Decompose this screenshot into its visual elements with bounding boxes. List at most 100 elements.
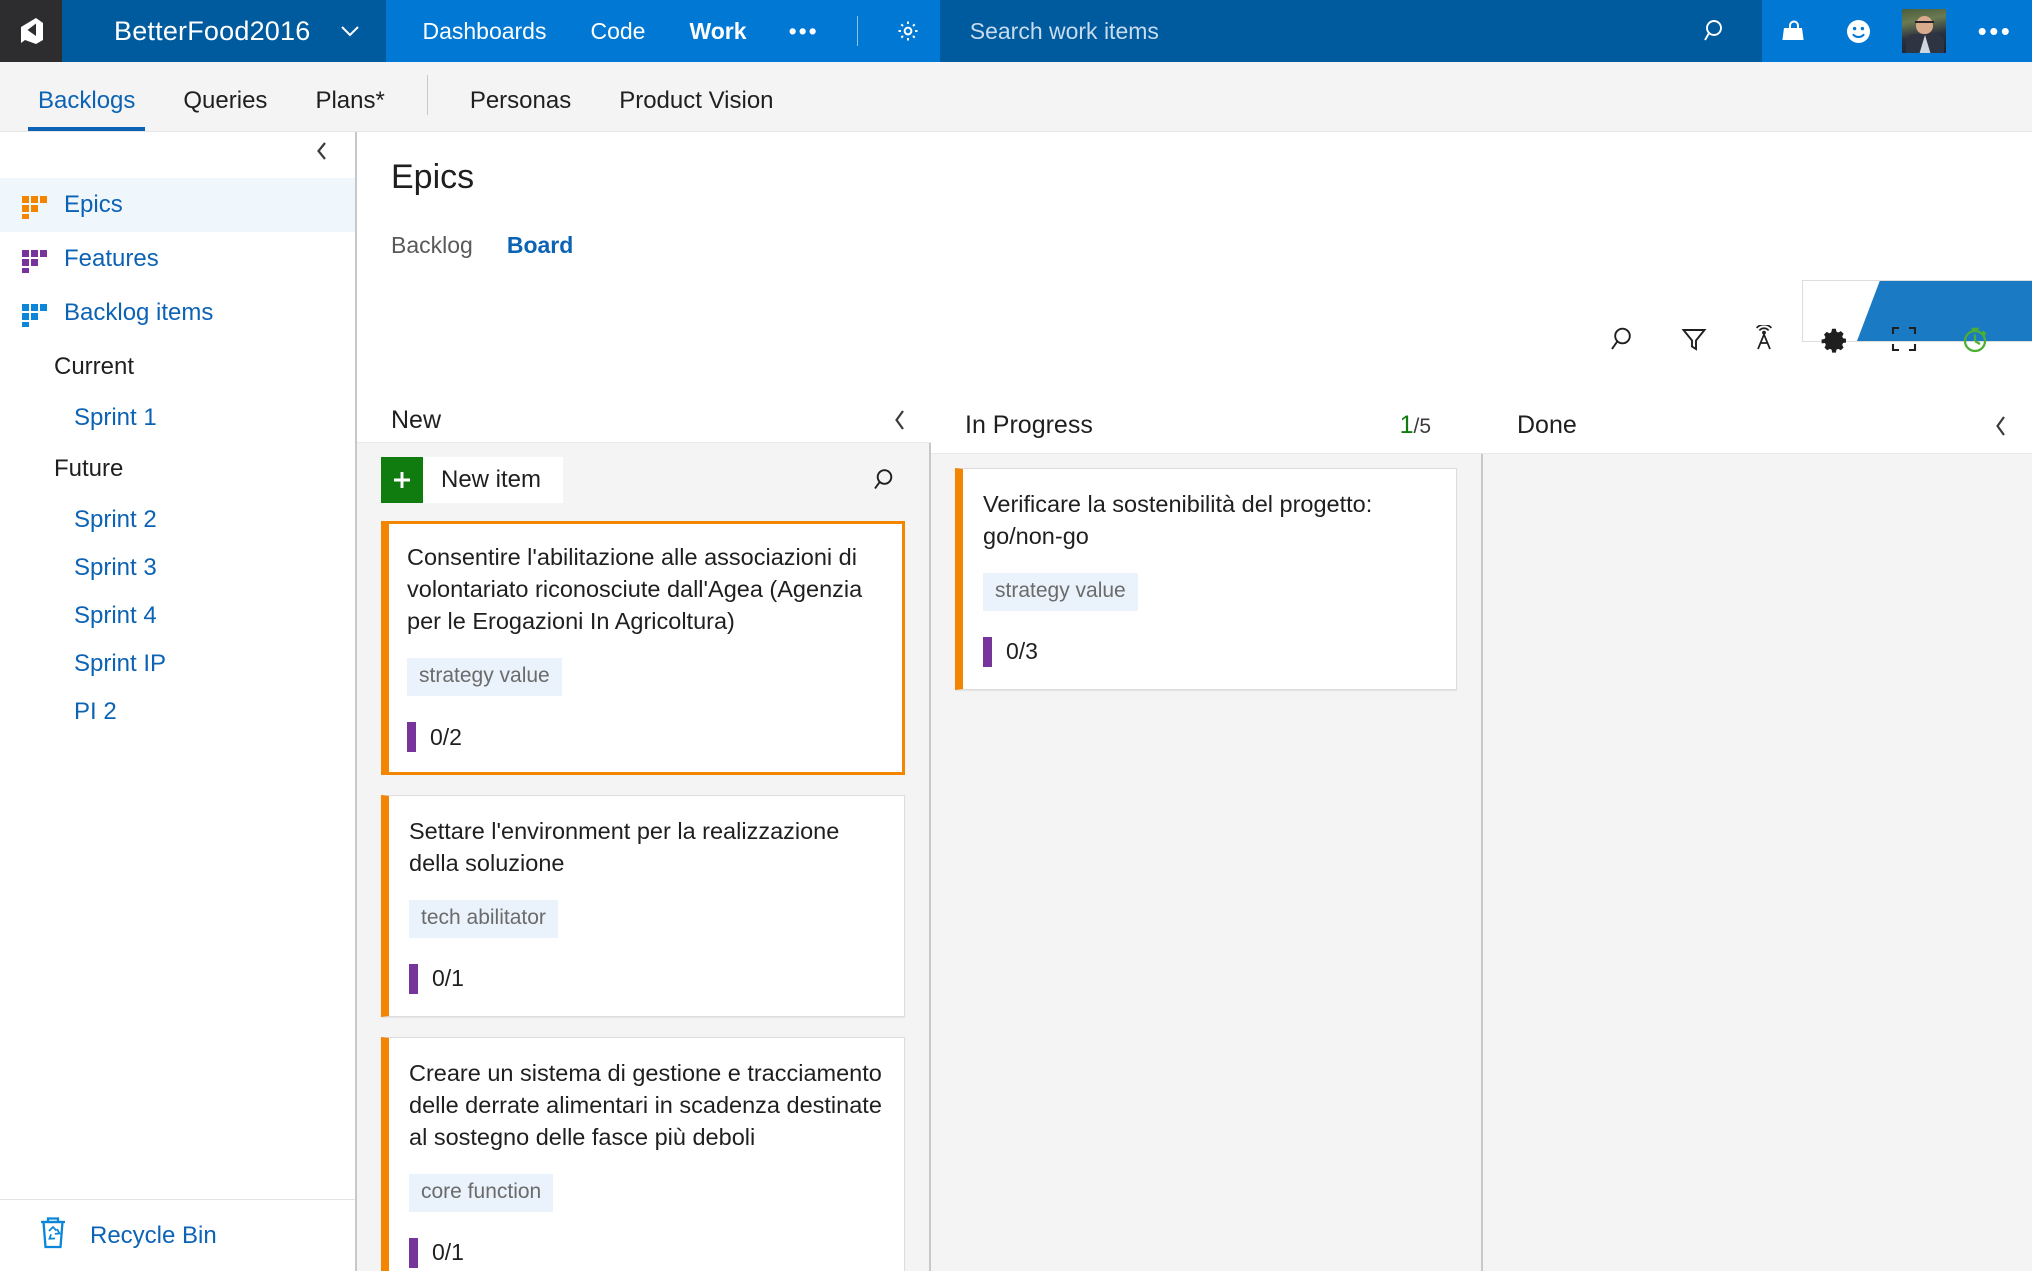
board-card[interactable]: Settare l'environment per la realizzazio… [381,795,905,1017]
smiley-feedback-icon[interactable] [1826,0,1890,62]
subnav-divider [426,75,428,115]
header-right-icons: ••• [1762,0,2032,62]
wip-current: 1 [1399,411,1414,439]
recycle-bin-label: Recycle Bin [90,1221,217,1249]
board-toolbar [1610,324,1990,354]
tab-backlogs[interactable]: Backlogs [14,87,159,131]
search-icon[interactable] [873,467,905,493]
sidebar-item-label: Backlog items [64,299,214,326]
card-title: Verificare la sostenibilità del progetto… [983,491,1373,549]
stopwatch-timer-icon[interactable] [1960,324,1990,354]
search-icon[interactable] [1670,0,1762,62]
column-body [1483,454,2032,1271]
column-title: In Progress [965,411,1093,439]
recycle-bin-icon [36,1214,70,1257]
new-item-row: New item [381,457,905,504]
global-search-area[interactable]: Search work items [939,0,1762,62]
card-child-count: 0/3 [983,636,1434,667]
card-child-count: 0/1 [409,1237,882,1268]
column-title: New [391,405,442,434]
sidebar-item-sprint-4[interactable]: Sprint 4 [0,592,355,640]
count-text: 0/1 [432,965,464,992]
column-header: New [357,398,931,444]
sidebar-item-epics[interactable]: Epics [0,178,355,232]
card-title: Consentire l'abilitazione alle associazi… [407,544,863,635]
hub-dashboards[interactable]: Dashboards [400,0,568,62]
chevron-down-icon [340,25,360,37]
sub-nav-bar: Backlogs Queries Plans* Personas Product… [0,62,2032,132]
hub-overflow-icon[interactable]: ••• [769,0,839,62]
sidebar-item-sprint-1[interactable]: Sprint 1 [0,394,355,442]
board-card[interactable]: Verificare la sostenibilità del progetto… [955,468,1457,690]
fullscreen-icon[interactable] [1890,325,1918,353]
recycle-bin-button[interactable]: Recycle Bin [0,1199,355,1271]
top-header-bar: BetterFood2016 Dashboards Code Work ••• … [0,0,2032,62]
card-tag[interactable]: strategy value [983,572,1138,611]
sidebar-item-label: Features [64,245,159,272]
sidebar-item-label: Epics [64,191,123,218]
project-name: BetterFood2016 [114,15,311,46]
settings-gear-icon[interactable] [1820,325,1848,353]
tab-personas[interactable]: Personas [446,87,595,131]
sidebar-item-sprint-ip[interactable]: Sprint IP [0,640,355,688]
count-bar-icon [407,722,416,753]
azure-devops-logo-icon[interactable] [0,0,62,62]
new-item-button[interactable]: New item [381,457,564,504]
hub-nav: Dashboards Code Work ••• [386,0,939,62]
view-pivots: Backlog Board [391,225,2032,265]
column-header: In Progress 1/5 [931,398,1483,454]
gear-icon[interactable] [876,0,940,62]
hub-code[interactable]: Code [568,0,667,62]
main-header: Epics Backlog Board [357,132,2032,265]
board-column-done: Done [1483,398,2032,1271]
hub-work[interactable]: Work [667,0,768,62]
plus-icon [381,457,423,504]
sidebar-item-sprint-2[interactable]: Sprint 2 [0,496,355,544]
column-body: New item Consentire l'abilitazione alle … [357,443,931,1271]
live-updates-antenna-icon[interactable] [1750,325,1778,353]
column-header: Done [1483,398,2032,454]
sidebar-collapse-button[interactable] [0,132,355,174]
pivot-backlog[interactable]: Backlog [391,232,473,259]
page-title: Epics [391,158,475,196]
filter-icon[interactable] [1680,325,1708,353]
backlog-sidebar: Epics Features Backlog items Current Spr… [0,132,357,1271]
count-text: 0/2 [430,723,462,750]
board-card[interactable]: Creare un sistema di gestione e tracciam… [381,1036,905,1271]
search-input[interactable]: Search work items [970,18,1159,45]
board-column-new: New New item Consentire l'abilitazione a… [357,398,931,1271]
pivot-board[interactable]: Board [507,232,573,259]
card-child-count: 0/2 [407,722,882,753]
count-bar-icon [409,1237,418,1268]
sidebar-item-sprint-3[interactable]: Sprint 3 [0,544,355,592]
more-options-icon[interactable]: ••• [1958,0,2032,62]
card-tag[interactable]: strategy value [407,658,562,697]
page-body: Epics Features Backlog items Current Spr… [0,132,2032,1271]
project-selector[interactable]: BetterFood2016 [62,0,387,62]
backlog-level-icon [22,248,48,273]
kanban-board: New New item Consentire l'abilitazione a… [357,398,2032,1271]
avatar[interactable] [1902,9,1946,53]
card-tag[interactable]: tech abilitator [409,899,558,938]
card-child-count: 0/1 [409,963,882,994]
sidebar-group-future: Future [54,455,124,482]
column-collapse-button[interactable] [1994,415,2008,437]
count-text: 0/3 [1006,638,1038,665]
sidebar-item-backlog-items[interactable]: Backlog items [0,286,355,340]
board-column-in-progress: In Progress 1/5 Verificare la sostenibil… [931,398,1483,1271]
sidebar-item-features[interactable]: Features [0,232,355,286]
search-icon[interactable] [1610,325,1638,353]
card-tag[interactable]: core function [409,1173,554,1212]
column-collapse-button[interactable] [893,409,907,431]
column-title: Done [1517,411,1577,439]
chevron-left-icon [315,141,329,166]
tab-queries[interactable]: Queries [159,87,291,131]
wip-limit: /5 [1413,415,1431,438]
marketplace-bag-icon[interactable] [1762,0,1826,62]
tab-product-vision[interactable]: Product Vision [595,87,797,131]
board-card[interactable]: Consentire l'abilitazione alle associazi… [381,521,905,776]
backlog-level-icon [22,302,48,327]
tab-plans[interactable]: Plans* [291,87,408,131]
sidebar-group-current: Current [54,353,135,380]
sidebar-item-pi-2[interactable]: PI 2 [0,688,355,736]
